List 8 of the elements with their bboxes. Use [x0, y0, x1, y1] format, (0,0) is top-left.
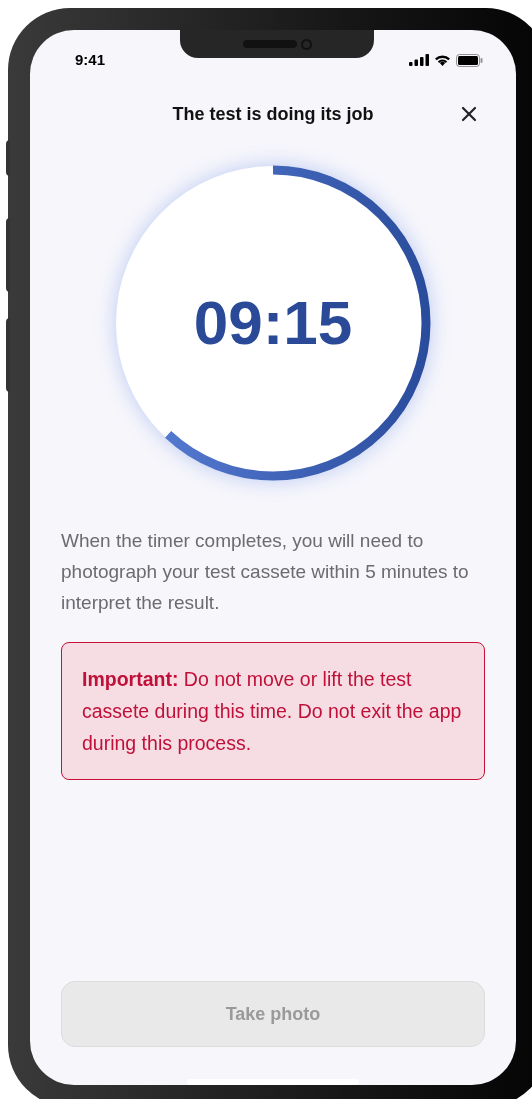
signal-icon: [409, 54, 429, 66]
warning-text: Important: Do not move or lift the test cassete during this time. Do not exit the app during this process.: [82, 667, 463, 756]
screen-title: The test is doing its job: [172, 102, 374, 126]
battery-icon: [456, 53, 483, 67]
status-time: 9:41: [75, 49, 106, 70]
instruction-text: When the timer completes, you will need to photograph your test cassete within 5 minutes to interpret the result.: [61, 529, 470, 615]
wifi-icon: [434, 54, 451, 66]
timer-text: 09:15: [193, 292, 353, 354]
